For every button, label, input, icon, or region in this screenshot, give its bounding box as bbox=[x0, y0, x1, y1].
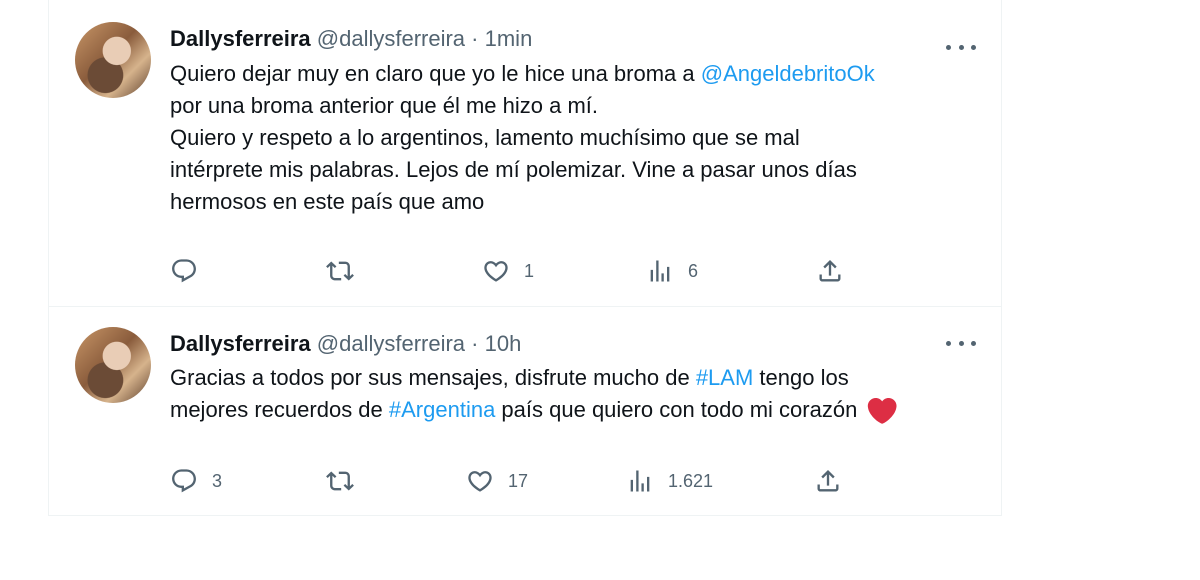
reply-icon bbox=[172, 469, 196, 493]
tweet-text: Quiero dejar muy en claro que yo le hice… bbox=[170, 58, 970, 218]
text-segment: país que quiero con todo mi corazón bbox=[495, 397, 864, 422]
mention-link[interactable]: @AngeldebritoOk bbox=[701, 61, 875, 86]
retweet-icon bbox=[326, 261, 354, 281]
views-button[interactable]: 1.621 bbox=[626, 464, 713, 498]
separator-dot: · bbox=[471, 331, 479, 356]
author-handle[interactable]: @dallysferreira bbox=[317, 331, 465, 356]
text-segment: Quiero dejar muy en claro que yo le hice… bbox=[170, 61, 701, 86]
like-button[interactable]: 1 bbox=[482, 254, 534, 288]
heart-icon bbox=[468, 471, 492, 492]
timestamp[interactable]: 1min bbox=[485, 26, 533, 51]
tweet-text-line: Quiero y respeto a lo argentinos, lament… bbox=[170, 125, 800, 150]
hashtag-link[interactable]: #LAM bbox=[696, 365, 753, 390]
author-name[interactable]: Dallysferreira bbox=[170, 26, 311, 51]
reply-count: 3 bbox=[212, 470, 223, 491]
retweet-button[interactable] bbox=[326, 464, 368, 498]
reply-button[interactable]: 3 bbox=[170, 464, 222, 498]
like-button[interactable]: 17 bbox=[466, 464, 528, 498]
retweet-button[interactable] bbox=[326, 254, 368, 288]
like-count: 1 bbox=[524, 260, 535, 281]
reply-button[interactable] bbox=[170, 254, 212, 288]
reply-icon bbox=[172, 259, 196, 283]
text-segment: tengo los bbox=[753, 365, 849, 390]
more-options-icon[interactable] bbox=[946, 333, 976, 353]
share-button[interactable] bbox=[816, 254, 844, 288]
more-options-icon[interactable] bbox=[946, 37, 976, 57]
tweet-header: Dallysferreira @dallysferreira · 1min bbox=[170, 25, 532, 53]
tweet-text: Gracias a todos por sus mensajes, disfru… bbox=[170, 362, 970, 426]
views-button[interactable]: 6 bbox=[646, 254, 698, 288]
tweet-header: Dallysferreira @dallysferreira · 10h bbox=[170, 330, 521, 358]
separator-dot: · bbox=[471, 26, 479, 51]
share-icon bbox=[817, 470, 839, 492]
like-count: 17 bbox=[508, 470, 529, 491]
timestamp[interactable]: 10h bbox=[485, 331, 522, 356]
views-icon bbox=[630, 470, 650, 492]
tweet-text-line: intérprete mis palabras. Lejos de mí pol… bbox=[170, 157, 857, 182]
tweet-text-line: mejores recuerdos de #Argentina país que… bbox=[170, 394, 970, 426]
red-heart-emoji bbox=[868, 398, 897, 424]
heart-icon bbox=[484, 261, 508, 282]
text-segment: Gracias a todos por sus mensajes, disfru… bbox=[170, 365, 696, 390]
views-count: 6 bbox=[688, 260, 699, 281]
author-name[interactable]: Dallysferreira bbox=[170, 331, 311, 356]
hashtag-link[interactable]: #Argentina bbox=[389, 397, 495, 422]
tweet-text-line: Gracias a todos por sus mensajes, disfru… bbox=[170, 362, 970, 394]
retweet-icon bbox=[326, 471, 354, 491]
views-count: 1.621 bbox=[668, 470, 714, 491]
tweet-text-line: Quiero dejar muy en claro que yo le hice… bbox=[170, 58, 970, 90]
author-handle[interactable]: @dallysferreira bbox=[317, 26, 465, 51]
text-segment: mejores recuerdos de bbox=[170, 397, 389, 422]
views-icon bbox=[650, 260, 670, 282]
share-button[interactable] bbox=[814, 464, 842, 498]
tweet-text-line: hermosos en este país que amo bbox=[170, 189, 485, 214]
share-icon bbox=[819, 260, 841, 282]
tweet-text-line: por una broma anterior que él me hizo a … bbox=[170, 93, 599, 118]
tweet-content-layer: Dallysferreira @dallysferreira · 1min Qu… bbox=[48, 0, 1002, 516]
